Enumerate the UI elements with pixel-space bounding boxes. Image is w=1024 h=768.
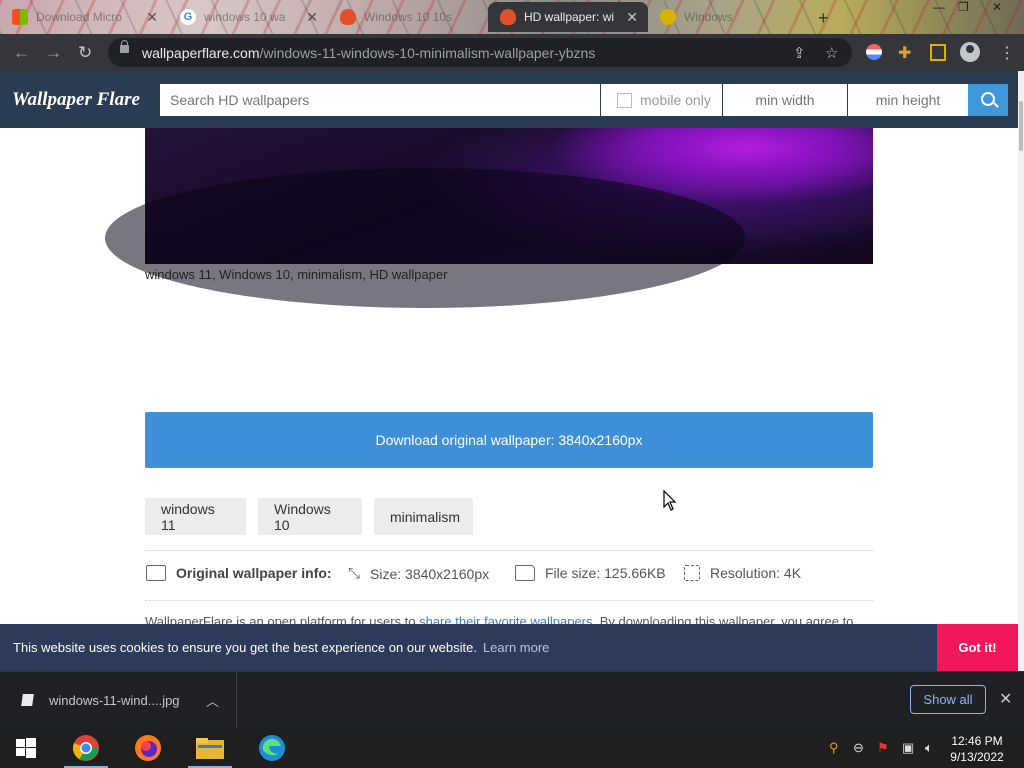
tray-minus-icon[interactable]: ⊖ <box>853 740 864 756</box>
sidepanel-icon[interactable] <box>930 44 946 61</box>
yellow-site-icon <box>660 9 676 25</box>
crop-frame-icon <box>684 565 700 581</box>
tag-windows-10[interactable]: Windows 10 <box>258 498 362 535</box>
browser-toolbar: ← → ↻ wallpaperflare.com/windows-11-wind… <box>0 34 1024 71</box>
tab-hd-wallpaper[interactable]: HD wallpaper: wi ✕ <box>488 2 648 32</box>
microsoft-logo-icon <box>12 9 28 25</box>
tray-flag-icon[interactable]: ⚑ <box>877 740 889 756</box>
close-tab-icon[interactable]: ✕ <box>146 9 158 26</box>
min-width-input[interactable] <box>723 84 847 116</box>
taskbar-file-explorer[interactable] <box>184 728 236 768</box>
close-shelf-icon[interactable]: ✕ <box>999 689 1012 709</box>
minimize-icon[interactable]: — <box>933 0 945 14</box>
search-icon <box>981 92 995 106</box>
mobile-only-checkbox[interactable] <box>617 92 632 108</box>
tab-windows[interactable]: Windows <box>648 2 808 32</box>
mouse-cursor-icon <box>663 490 677 511</box>
bookmark-star-icon[interactable]: ☆ <box>825 44 838 62</box>
min-height-input[interactable] <box>848 84 968 116</box>
new-tab-icon[interactable]: + <box>818 8 829 29</box>
got-it-button[interactable]: Got it! <box>937 624 1018 671</box>
forward-icon[interactable]: → <box>45 43 62 63</box>
wallpaper-caption: windows 11, Windows 10, minimalism, HD w… <box>145 267 448 282</box>
download-item[interactable]: windows-11-wind....jpg ︿ <box>0 672 237 729</box>
search-button[interactable] <box>968 84 1008 116</box>
original-info-label: Original wallpaper info: <box>146 565 332 581</box>
cookie-banner: This website uses cookies to ensure you … <box>0 624 1018 671</box>
edge-icon <box>259 735 285 761</box>
network-icon[interactable]: ▣ <box>902 740 914 756</box>
reload-icon[interactable]: ↻ <box>78 43 92 63</box>
tag-minimalism[interactable]: minimalism <box>374 498 473 535</box>
site-header: Wallpaper Flare mobile only <box>0 71 1018 128</box>
windows-taskbar: ⚲ ⊖ ⚑ ▣ 🔈︎ 12:46 PM 9/13/2022 <box>0 728 1024 768</box>
tab-download-microsoft[interactable]: Download Micro ✕ <box>0 2 168 32</box>
wallpaper-wave-shape <box>105 168 745 308</box>
site-description: WallpaperFlare is an open platform for u… <box>145 614 853 624</box>
folder-icon <box>515 565 535 581</box>
chevron-up-icon[interactable]: ︿ <box>206 691 219 710</box>
restore-icon[interactable]: ❐ <box>958 0 969 14</box>
page-content: windows 11, Windows 10, minimalism, HD w… <box>0 128 1018 624</box>
image-icon <box>146 565 166 581</box>
tab-windows-10[interactable]: Windows 10 10s <box>328 2 488 32</box>
lock-icon[interactable] <box>120 40 129 53</box>
site-logo[interactable]: Wallpaper Flare <box>12 89 140 111</box>
search-input[interactable] <box>160 84 600 116</box>
search-tray-icon[interactable]: ⚲ <box>829 740 839 756</box>
extension-flag-icon[interactable] <box>866 44 882 60</box>
browser-tab-strip: Download Micro ✕ G windows 10 wa ✕ Windo… <box>0 0 1024 34</box>
url-text[interactable]: wallpaperflare.com/windows-11-windows-10… <box>142 45 595 61</box>
cookie-message: This website uses cookies to ensure you … <box>13 640 550 655</box>
wallpaper-flare-icon <box>500 9 516 25</box>
tab-google-search[interactable]: G windows 10 wa ✕ <box>168 2 328 32</box>
firefox-icon <box>135 735 161 761</box>
close-tab-icon[interactable]: ✕ <box>306 9 318 26</box>
folder-icon <box>196 738 224 759</box>
divider <box>145 550 873 551</box>
share-wallpapers-link[interactable]: share their favorite wallpapers <box>419 614 592 624</box>
download-file-name: windows-11-wind....jpg <box>49 693 180 708</box>
share-icon[interactable]: ⇪ <box>793 44 806 62</box>
windows-logo-icon <box>16 738 36 758</box>
volume-icon[interactable]: 🔈︎ <box>925 740 933 756</box>
more-menu-icon[interactable]: ⋮ <box>999 43 1015 63</box>
resize-arrows-icon: ⤡ <box>348 565 361 582</box>
page-scrollbar[interactable] <box>1018 71 1024 671</box>
back-icon[interactable]: ← <box>13 43 30 63</box>
learn-more-link[interactable]: Learn more <box>483 640 549 655</box>
close-tab-icon[interactable]: ✕ <box>626 9 638 26</box>
system-clock[interactable]: 12:46 PM 9/13/2022 <box>944 733 1010 765</box>
size-info: ⤡ Size: 3840x2160px <box>348 565 490 582</box>
profile-avatar-icon[interactable] <box>960 42 980 62</box>
download-original-button[interactable]: Download original wallpaper: 3840x2160px <box>145 412 873 468</box>
wallpaper-preview-image[interactable] <box>105 128 873 308</box>
taskbar-firefox[interactable] <box>122 728 174 768</box>
download-shelf: windows-11-wind....jpg ︿ Show all ✕ <box>0 671 1024 729</box>
mobile-only-filter[interactable]: mobile only <box>601 84 722 116</box>
file-icon <box>21 694 34 706</box>
file-size-info: File size: 125.66KB <box>515 565 666 581</box>
google-icon: G <box>180 9 196 25</box>
start-button[interactable] <box>0 728 52 768</box>
resolution-info: Resolution: 4K <box>684 565 801 581</box>
extensions-puzzle-icon[interactable]: ✚ <box>898 43 911 63</box>
wallpaper-flare-icon <box>340 9 356 25</box>
window-close-icon[interactable]: ✕ <box>992 0 1002 14</box>
tag-windows-11[interactable]: windows 11 <box>145 498 246 535</box>
address-bar[interactable]: wallpaperflare.com/windows-11-windows-10… <box>108 38 852 67</box>
show-all-button[interactable]: Show all <box>910 685 986 714</box>
taskbar-edge[interactable] <box>246 728 298 768</box>
scrollbar-thumb[interactable] <box>1019 101 1023 151</box>
taskbar-chrome[interactable] <box>60 728 112 768</box>
chrome-icon <box>72 735 99 761</box>
divider <box>145 600 873 601</box>
